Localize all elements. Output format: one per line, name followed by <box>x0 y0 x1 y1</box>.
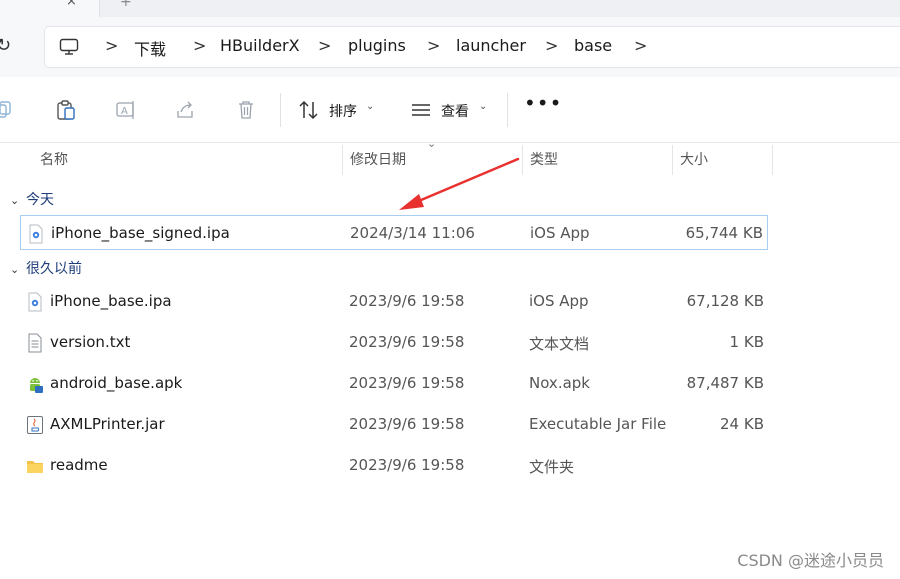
rename-icon[interactable]: A <box>115 99 137 121</box>
sort-icon[interactable] <box>298 99 320 121</box>
group-label: 今天 <box>26 192 54 208</box>
command-bar: A 排序 ⌄ 查看 ⌄ ••• <box>0 77 900 143</box>
file-modified: 2023/9/6 19:58 <box>349 333 465 351</box>
file-modified: 2023/9/6 19:58 <box>349 374 465 392</box>
toolbar-divider <box>280 93 281 127</box>
file-modified: 2023/9/6 19:58 <box>349 292 465 310</box>
breadcrumb-item-hbuilderx[interactable]: HBuilderX <box>220 36 300 55</box>
file-modified: 2023/9/6 19:58 <box>349 456 465 474</box>
file-size: 87,487 KB <box>686 374 764 392</box>
column-header-size[interactable]: 大小 <box>672 143 772 177</box>
file-row[interactable]: readme 2023/9/6 19:58 文件夹 <box>20 448 768 483</box>
address-row: ↻ > 下载 > HBuilderX > plugins > launcher … <box>0 17 900 77</box>
toolbar-divider <box>507 93 508 127</box>
this-pc-icon[interactable] <box>59 38 79 56</box>
file-name: version.txt <box>50 333 131 351</box>
refresh-icon[interactable]: ↻ <box>0 35 11 56</box>
ipa-file-icon <box>28 292 42 312</box>
more-options-button[interactable]: ••• <box>524 91 562 115</box>
jar-file-icon <box>27 416 43 434</box>
view-button[interactable]: 查看 <box>441 101 469 121</box>
breadcrumb-item-launcher[interactable]: launcher <box>456 36 526 55</box>
file-row[interactable]: iPhone_base_signed.ipa 2024/3/14 11:06 i… <box>20 215 768 250</box>
breadcrumb-item-base[interactable]: base <box>574 36 612 55</box>
file-row[interactable]: version.txt 2023/9/6 19:58 文本文档 1 KB <box>20 325 768 360</box>
paste-icon[interactable] <box>55 99 77 121</box>
address-bar[interactable]: > 下载 > HBuilderX > plugins > launcher > … <box>44 26 900 68</box>
file-modified: 2024/3/14 11:06 <box>350 224 475 242</box>
file-name: iPhone_base.ipa <box>50 292 172 310</box>
copy-icon[interactable] <box>0 99 14 121</box>
file-modified: 2023/9/6 19:58 <box>349 415 465 433</box>
share-icon[interactable] <box>175 99 197 121</box>
file-type: 文件夹 <box>529 458 575 476</box>
file-name: iPhone_base_signed.ipa <box>51 224 230 242</box>
breadcrumb-chevron-icon[interactable]: > <box>545 36 558 55</box>
new-tab-icon[interactable]: + <box>120 0 132 10</box>
sort-descending-icon: ⌄ <box>427 137 437 150</box>
group-label: 很久以前 <box>26 261 82 277</box>
breadcrumb-chevron-icon[interactable]: > <box>105 36 118 55</box>
chevron-down-icon[interactable]: ⌄ <box>366 101 374 112</box>
breadcrumb-chevron-icon[interactable]: > <box>427 36 440 55</box>
breadcrumb-item-downloads[interactable]: 下载 <box>134 36 166 60</box>
chevron-down-icon[interactable]: ⌄ <box>10 263 26 276</box>
folder-icon <box>27 461 43 473</box>
chevron-down-icon[interactable]: ⌄ <box>479 101 487 112</box>
watermark: CSDN @迷途小员员 <box>737 551 884 570</box>
ipa-file-icon <box>29 224 43 244</box>
file-size: 67,128 KB <box>686 292 764 310</box>
column-header-type[interactable]: 类型 <box>522 143 672 177</box>
file-size: 1 KB <box>729 333 764 351</box>
file-row[interactable]: android_base.apk 2023/9/6 19:58 Nox.apk … <box>20 366 768 401</box>
sort-button[interactable]: 排序 <box>329 101 357 121</box>
close-icon[interactable]: × <box>66 0 77 9</box>
delete-icon[interactable] <box>235 99 257 121</box>
breadcrumb-chevron-icon[interactable]: > <box>193 36 206 55</box>
file-type: Executable Jar File <box>529 415 667 433</box>
file-size: 24 KB <box>720 415 764 433</box>
apk-file-icon <box>30 378 43 393</box>
column-divider[interactable] <box>772 145 773 175</box>
file-row[interactable]: AXMLPrinter.jar 2023/9/6 19:58 Executabl… <box>20 407 768 442</box>
file-type: iOS App <box>530 224 590 242</box>
file-name: AXMLPrinter.jar <box>50 415 165 433</box>
explorer-tab[interactable]: × <box>0 0 100 17</box>
svg-text:A: A <box>121 106 128 117</box>
file-name: android_base.apk <box>50 374 183 392</box>
file-name: readme <box>50 456 108 474</box>
tab-strip: × + <box>0 0 900 17</box>
file-row[interactable]: iPhone_base.ipa 2023/9/6 19:58 iOS App 6… <box>20 284 768 319</box>
chevron-down-icon[interactable]: ⌄ <box>10 194 26 207</box>
text-file-icon <box>28 333 42 353</box>
file-size: 65,744 KB <box>685 224 763 242</box>
file-type: Nox.apk <box>529 374 590 392</box>
column-header-name[interactable]: 名称 <box>32 143 342 177</box>
breadcrumb-item-plugins[interactable]: plugins <box>348 36 406 55</box>
view-icon[interactable] <box>410 99 432 121</box>
breadcrumb-chevron-icon[interactable]: > <box>634 36 647 55</box>
file-type: iOS App <box>529 292 589 310</box>
group-header-long-ago[interactable]: ⌄ 很久以前 <box>10 258 82 280</box>
group-header-today[interactable]: ⌄ 今天 <box>10 189 54 211</box>
file-type: 文本文档 <box>529 335 590 353</box>
breadcrumb-chevron-icon[interactable]: > <box>318 36 331 55</box>
